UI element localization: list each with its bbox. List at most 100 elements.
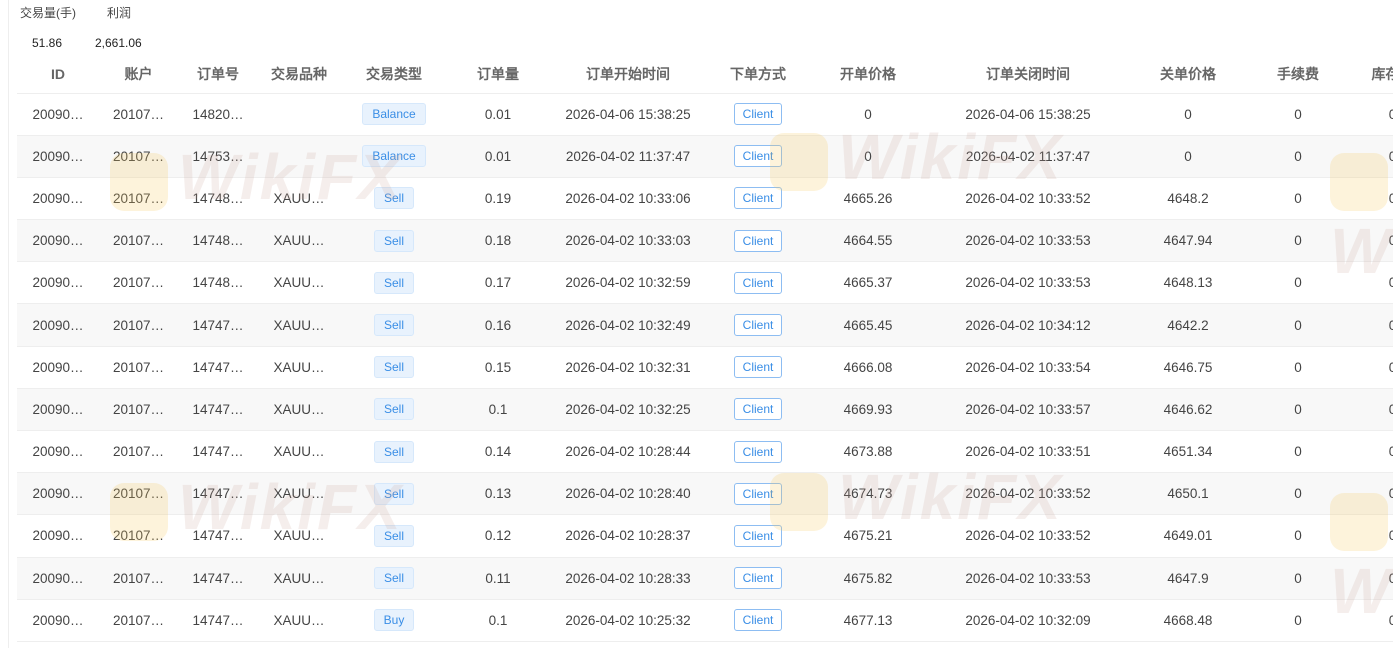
trade-type-badge: Sell [373, 314, 414, 337]
cell-trade-type: Sell [340, 303, 448, 347]
cell-volume: 0.17 [448, 261, 548, 305]
trade-type-badge: Sell [373, 271, 414, 294]
column-header-swap[interactable]: 库存费 [1348, 55, 1393, 94]
cell-commission: 0 [1248, 177, 1348, 221]
cell-trade-type: Sell [340, 346, 448, 389]
cell-order-no: 14748… [178, 219, 258, 263]
volume-label: 交易量(手) [20, 6, 76, 20]
cell-volume: 0.1 [448, 388, 548, 432]
cell-close-time: 2026-04-02 10:34:12 [928, 303, 1128, 347]
column-header-commission[interactable]: 手续费 [1248, 55, 1348, 94]
column-header-close-price[interactable]: 关单价格 [1128, 55, 1248, 94]
table-row: 20090… 20107… 14747… XAUU… Sell 0.13 2026-04-0… [17, 472, 1393, 516]
cell-order-method: Client [708, 346, 808, 389]
order-method-tag: Client [733, 187, 783, 210]
cell-symbol [258, 93, 340, 136]
cell-close-price: 4646.62 [1128, 388, 1248, 432]
order-method-tag: Client [733, 103, 783, 126]
cell-close-time: 2026-04-02 10:33:51 [928, 430, 1128, 474]
cell-volume: 0.11 [448, 557, 548, 600]
cell-order-no: 14747… [178, 514, 258, 558]
cell-open-price: 4675.21 [808, 514, 928, 558]
cell-close-price: 0 [1128, 93, 1248, 136]
cell-close-price: 4648.2 [1128, 177, 1248, 221]
cell-id: 20090… [17, 599, 99, 642]
column-header-order-method[interactable]: 下单方式 [708, 55, 808, 94]
cell-volume: 0.14 [448, 430, 548, 474]
cell-close-time: 2026-04-02 11:37:47 [928, 135, 1128, 178]
trade-type-badge: Sell [373, 187, 414, 210]
cell-order-method: Client [708, 514, 808, 558]
cell-close-time: 2026-04-02 10:33:52 [928, 177, 1128, 221]
cell-open-time: 2026-04-02 10:28:33 [548, 557, 708, 600]
cell-symbol: XAUU… [258, 388, 340, 432]
cell-close-price: 0 [1128, 135, 1248, 178]
cell-commission: 0 [1248, 346, 1348, 389]
cell-order-no: 14748… [178, 261, 258, 305]
cell-close-price: 4648.13 [1128, 261, 1248, 305]
cell-close-price: 4651.34 [1128, 430, 1248, 474]
cell-volume: 0.1 [448, 599, 548, 642]
cell-open-price: 4677.13 [808, 599, 928, 642]
column-header-symbol[interactable]: 交易品种 [258, 55, 340, 94]
cell-id: 20090… [17, 557, 99, 600]
cell-commission: 0 [1248, 93, 1348, 136]
cell-commission: 0 [1248, 514, 1348, 558]
cell-trade-type: Sell [340, 177, 448, 221]
cell-open-time: 2026-04-02 10:28:37 [548, 514, 708, 558]
cell-account: 20107… [99, 599, 178, 642]
cell-swap: 0 [1348, 472, 1393, 516]
cell-swap: 0 [1348, 261, 1393, 305]
cell-order-no: 14753… [178, 135, 258, 178]
cell-close-price: 4646.75 [1128, 346, 1248, 389]
cell-id: 20090… [17, 472, 99, 516]
table-row: 20090… 20107… 14747… XAUU… Buy 0.1 2026-04-02 … [17, 599, 1393, 642]
table-row: 20090… 20107… 14820… Balance 0.01 2026-04-06 … [17, 93, 1393, 136]
trade-type-badge: Sell [373, 398, 414, 421]
cell-open-price: 4665.26 [808, 177, 928, 221]
cell-close-time: 2026-04-02 10:33:54 [928, 346, 1128, 389]
cell-order-method: Client [708, 430, 808, 474]
trade-type-badge: Sell [373, 229, 414, 252]
trade-type-badge: Buy [373, 609, 415, 632]
cell-close-price: 4668.48 [1128, 599, 1248, 642]
cell-trade-type: Sell [340, 557, 448, 600]
cell-commission: 0 [1248, 219, 1348, 263]
cell-swap: 0 [1348, 177, 1393, 221]
column-header-close-time[interactable]: 订单关闭时间 [928, 55, 1128, 94]
cell-close-time: 2026-04-02 10:33:52 [928, 472, 1128, 516]
table-row: 20090… 20107… 14747… XAUU… Sell 0.12 2026-04-0… [17, 514, 1393, 558]
cell-close-price: 4649.01 [1128, 514, 1248, 558]
column-header-open-time[interactable]: 订单开始时间 [548, 55, 708, 94]
cell-swap: 0 [1348, 135, 1393, 178]
cell-trade-type: Sell [340, 261, 448, 305]
table-row: 20090… 20107… 14748… XAUU… Sell 0.19 2026-04-0… [17, 177, 1393, 221]
cell-swap: 0 [1348, 303, 1393, 347]
cell-symbol: XAUU… [258, 514, 340, 558]
column-header-open-price[interactable]: 开单价格 [808, 55, 928, 94]
column-header-order-no[interactable]: 订单号 [178, 55, 258, 94]
column-header-volume[interactable]: 订单量 [448, 55, 548, 94]
order-method-tag: Client [733, 524, 783, 547]
cell-trade-type: Balance [340, 93, 448, 136]
cell-close-price: 4647.94 [1128, 219, 1248, 263]
table-row: 20090… 20107… 14748… XAUU… Sell 0.18 2026-04-0… [17, 219, 1393, 263]
cell-commission: 0 [1248, 557, 1348, 600]
cell-symbol: XAUU… [258, 261, 340, 305]
column-header-trade-type[interactable]: 交易类型 [340, 55, 448, 94]
cell-order-no: 14747… [178, 599, 258, 642]
cell-order-no: 14747… [178, 388, 258, 432]
column-header-account[interactable]: 账户 [99, 55, 178, 94]
cell-trade-type: Sell [340, 388, 448, 432]
cell-trade-type: Buy [340, 599, 448, 642]
cell-order-method: Client [708, 303, 808, 347]
cell-account: 20107… [99, 388, 178, 432]
cell-volume: 0.15 [448, 346, 548, 389]
cell-id: 20090… [17, 261, 99, 305]
table-row: 20090… 20107… 14747… XAUU… Sell 0.1 2026-04-02… [17, 388, 1393, 432]
cell-symbol: XAUU… [258, 599, 340, 642]
cell-order-no: 14747… [178, 346, 258, 389]
cell-open-price: 4674.73 [808, 472, 928, 516]
column-header-id[interactable]: ID [17, 55, 99, 94]
cell-symbol: XAUU… [258, 219, 340, 263]
